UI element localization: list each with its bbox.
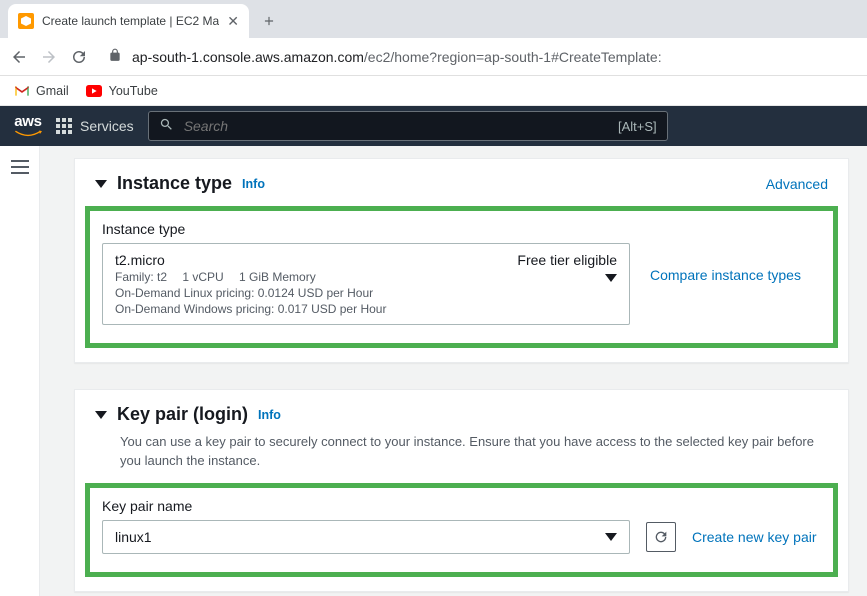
main-content: Instance type Info Advanced Instance typ… [40,146,867,596]
back-button[interactable] [10,48,28,66]
field-label: Instance type [102,221,821,237]
tab-title: Create launch template | EC2 Ma [42,14,219,28]
search-input[interactable] [184,118,608,134]
grid-icon [56,118,72,134]
instance-type-highlight: Instance type t2.micro Free tier eligibl… [85,206,838,348]
compare-instance-types-link[interactable]: Compare instance types [650,243,801,283]
bookmarks-bar: Gmail YouTube [0,76,867,106]
bookmark-gmail[interactable]: Gmail [14,84,69,98]
close-icon[interactable]: ✕ [227,14,239,28]
browser-toolbar: ap-south-1.console.aws.amazon.com/ec2/ho… [0,38,867,76]
create-key-pair-link[interactable]: Create new key pair [692,529,817,545]
key-pair-highlight: Key pair name linux1 Create new key pair [85,483,838,577]
info-link[interactable]: Info [242,177,265,191]
sidebar [0,146,40,596]
chevron-down-icon [605,274,617,282]
search-shortcut: [Alt+S] [618,119,657,134]
bookmark-youtube[interactable]: YouTube [85,84,158,98]
free-tier-badge: Free tier eligible [517,252,617,268]
hamburger-icon[interactable] [11,160,29,596]
refresh-icon [653,529,669,545]
services-label: Services [80,118,134,134]
search-icon [159,117,174,135]
advanced-link[interactable]: Advanced [766,176,828,192]
reload-button[interactable] [70,48,88,66]
key-pair-description: You can use a key pair to securely conne… [75,433,848,479]
browser-tab-strip: Create launch template | EC2 Ma ✕ [0,0,867,38]
instance-type-panel: Instance type Info Advanced Instance typ… [74,158,849,363]
refresh-button[interactable] [646,522,676,552]
key-pair-selector[interactable]: linux1 [102,520,630,554]
chevron-down-icon[interactable] [95,411,107,419]
gmail-icon [14,85,30,97]
lock-icon [108,48,122,65]
key-pair-panel: Key pair (login) Info You can use a key … [74,389,849,592]
browser-tab[interactable]: Create launch template | EC2 Ma ✕ [8,4,249,38]
instance-family-info: Family: t2 1 vCPU 1 GiB Memory [115,270,617,284]
forward-button[interactable] [40,48,58,66]
info-link[interactable]: Info [258,408,281,422]
windows-pricing: On-Demand Windows pricing: 0.017 USD per… [115,302,617,316]
aws-logo[interactable]: aws [14,114,42,139]
url-text: ap-south-1.console.aws.amazon.com/ec2/ho… [132,49,662,65]
aws-favicon [18,13,34,29]
section-title: Key pair (login) [117,404,248,425]
search-bar[interactable]: [Alt+S] [148,111,668,141]
instance-type-selector[interactable]: t2.micro Free tier eligible Family: t2 1… [102,243,630,325]
selected-key-pair: linux1 [115,529,152,545]
chevron-down-icon[interactable] [95,180,107,188]
bookmark-label: YouTube [109,84,158,98]
services-menu[interactable]: Services [56,118,134,134]
aws-top-nav: aws Services [Alt+S] [0,106,867,146]
linux-pricing: On-Demand Linux pricing: 0.0124 USD per … [115,286,617,300]
bookmark-label: Gmail [36,84,69,98]
field-label: Key pair name [102,498,821,514]
youtube-icon [85,85,103,97]
selected-instance-type: t2.micro [115,252,165,268]
address-bar[interactable]: ap-south-1.console.aws.amazon.com/ec2/ho… [100,48,857,65]
new-tab-button[interactable] [255,7,283,35]
section-title: Instance type [117,173,232,194]
chevron-down-icon [605,533,617,541]
